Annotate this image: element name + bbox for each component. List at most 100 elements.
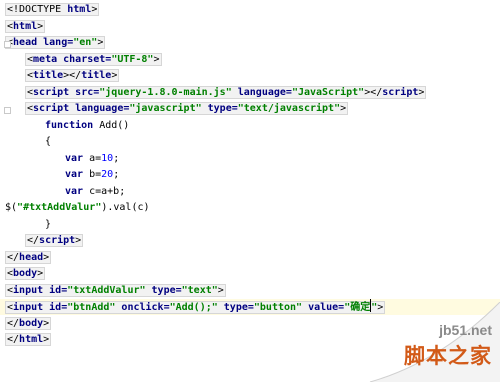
code-line[interactable]: <script src="jquery-1.8.0-main.js" langu… <box>0 85 500 101</box>
code-token: > <box>418 86 425 98</box>
tag-highlight: <body> <box>5 267 46 280</box>
code-token: input <box>13 302 44 313</box>
code-token: "JavaScript" <box>291 86 365 98</box>
code-line[interactable]: <head lang="en"> <box>0 35 500 51</box>
code-token: > <box>37 20 44 32</box>
code-token: } <box>45 218 52 230</box>
code-token: script <box>33 86 70 98</box>
code-token: </ <box>7 317 20 329</box>
code-line[interactable]: <title></title> <box>0 68 500 84</box>
code-token: var <box>65 185 90 197</box>
code-token: value= <box>302 302 345 313</box>
fold-marker[interactable] <box>4 41 11 48</box>
tag-highlight: </head> <box>5 250 52 264</box>
code-line[interactable]: } <box>0 217 500 233</box>
code-token: > <box>75 235 82 246</box>
code-token: title <box>33 70 64 81</box>
code-token: ></ <box>364 86 383 98</box>
code-line[interactable]: </head> <box>0 250 500 266</box>
code-token: type= <box>201 103 238 114</box>
watermark-domain: jb51.net <box>439 322 492 338</box>
code-token: </ <box>7 251 20 263</box>
code-token: html <box>19 334 44 345</box>
code-token: ; <box>113 169 120 180</box>
code-token: id= <box>43 302 68 313</box>
code-token: <!DOCTYPE <box>7 4 68 15</box>
code-token: head <box>13 37 38 48</box>
watermark-site-name: 脚本之家 <box>404 344 492 368</box>
tag-highlight: <script src="jquery-1.8.0-main.js" langu… <box>25 85 427 99</box>
code-token: html <box>67 4 92 15</box>
code-token: > <box>97 37 104 48</box>
code-token: "UTF-8" <box>111 53 154 65</box>
tag-highlight: <input id="txtAddValur" type="text"> <box>5 283 226 297</box>
watermark-logo: jb51.net 脚本之家 <box>382 322 492 376</box>
code-line[interactable]: { <box>0 134 500 150</box>
code-token: "Add();" <box>169 302 218 313</box>
code-line[interactable]: function Add() <box>0 118 500 134</box>
tag-highlight: </html> <box>5 333 52 346</box>
code-token: onclick= <box>115 302 170 313</box>
code-token: language= <box>231 86 292 98</box>
code-token: </ <box>27 235 40 246</box>
code-token: b= <box>89 169 102 180</box>
code-token: html <box>13 20 38 32</box>
code-token: 10 <box>101 152 114 164</box>
code-token: "text" <box>181 284 218 296</box>
code-token: type= <box>217 302 254 313</box>
code-token: src= <box>69 86 100 98</box>
code-line[interactable]: <input id="txtAddValur" type="text"> <box>0 283 500 299</box>
code-line[interactable]: <meta charset="UTF-8"> <box>0 52 500 68</box>
code-token: ></ <box>63 70 82 81</box>
code-token: script <box>33 103 70 114</box>
code-token: script <box>382 86 419 98</box>
code-line[interactable]: <!DOCTYPE html> <box>0 2 500 18</box>
code-token: body <box>19 317 44 329</box>
tag-highlight: </body> <box>5 316 52 330</box>
code-line[interactable]: $("#txtAddValur").val(c) <box>0 200 500 216</box>
code-token: "jquery-1.8.0-main.js" <box>99 86 232 98</box>
code-token: $( <box>5 202 18 213</box>
code-token: a= <box>89 152 102 164</box>
code-line[interactable]: var b=20; <box>0 167 500 183</box>
code-token: title <box>81 70 112 81</box>
code-token: Add() <box>99 119 130 131</box>
code-token: function <box>45 119 100 131</box>
code-line[interactable]: var c=a+b; <box>0 184 500 200</box>
tag-highlight: <html> <box>5 19 46 33</box>
code-line[interactable]: var a=10; <box>0 151 500 167</box>
code-token: charset= <box>57 53 112 65</box>
code-token: lang= <box>37 37 74 48</box>
code-line[interactable]: </script> <box>0 233 500 249</box>
code-token: "button" <box>253 302 303 313</box>
tag-highlight: <!DOCTYPE html> <box>5 3 100 16</box>
code-token: body <box>13 268 38 279</box>
code-line[interactable]: <html> <box>0 19 500 35</box>
code-token: var <box>65 152 90 164</box>
code-token: "javascript" <box>129 103 202 114</box>
code-token: language= <box>69 103 130 114</box>
code-token: > <box>217 284 224 296</box>
code-token: c=a+b; <box>89 185 126 197</box>
tag-highlight: <title></title> <box>25 69 120 82</box>
code-token: script <box>39 235 76 246</box>
code-token: type= <box>145 284 182 296</box>
code-token: id= <box>43 284 68 296</box>
code-token: ).val(c) <box>101 202 150 213</box>
code-line[interactable]: <script language="javascript" type="text… <box>0 101 500 117</box>
code-token: meta <box>33 53 58 65</box>
code-token: "#txtAddValur" <box>17 202 102 213</box>
code-token: "txtAddValur" <box>67 284 146 296</box>
fold-marker[interactable] <box>4 107 11 114</box>
code-token: > <box>37 268 44 279</box>
tag-highlight: <input id="btnAdd" onclick="Add();" type… <box>5 299 386 314</box>
code-token: > <box>153 53 160 65</box>
tag-highlight: <head lang="en"> <box>5 36 106 49</box>
code-token: head <box>19 251 44 263</box>
tag-highlight: <meta charset="UTF-8"> <box>25 52 162 66</box>
code-token: > <box>43 317 50 329</box>
code-token: > <box>91 4 98 15</box>
code-line[interactable]: <body> <box>0 266 500 282</box>
tag-highlight: <script language="javascript" type="text… <box>25 102 349 115</box>
tag-highlight: </script> <box>25 234 84 247</box>
